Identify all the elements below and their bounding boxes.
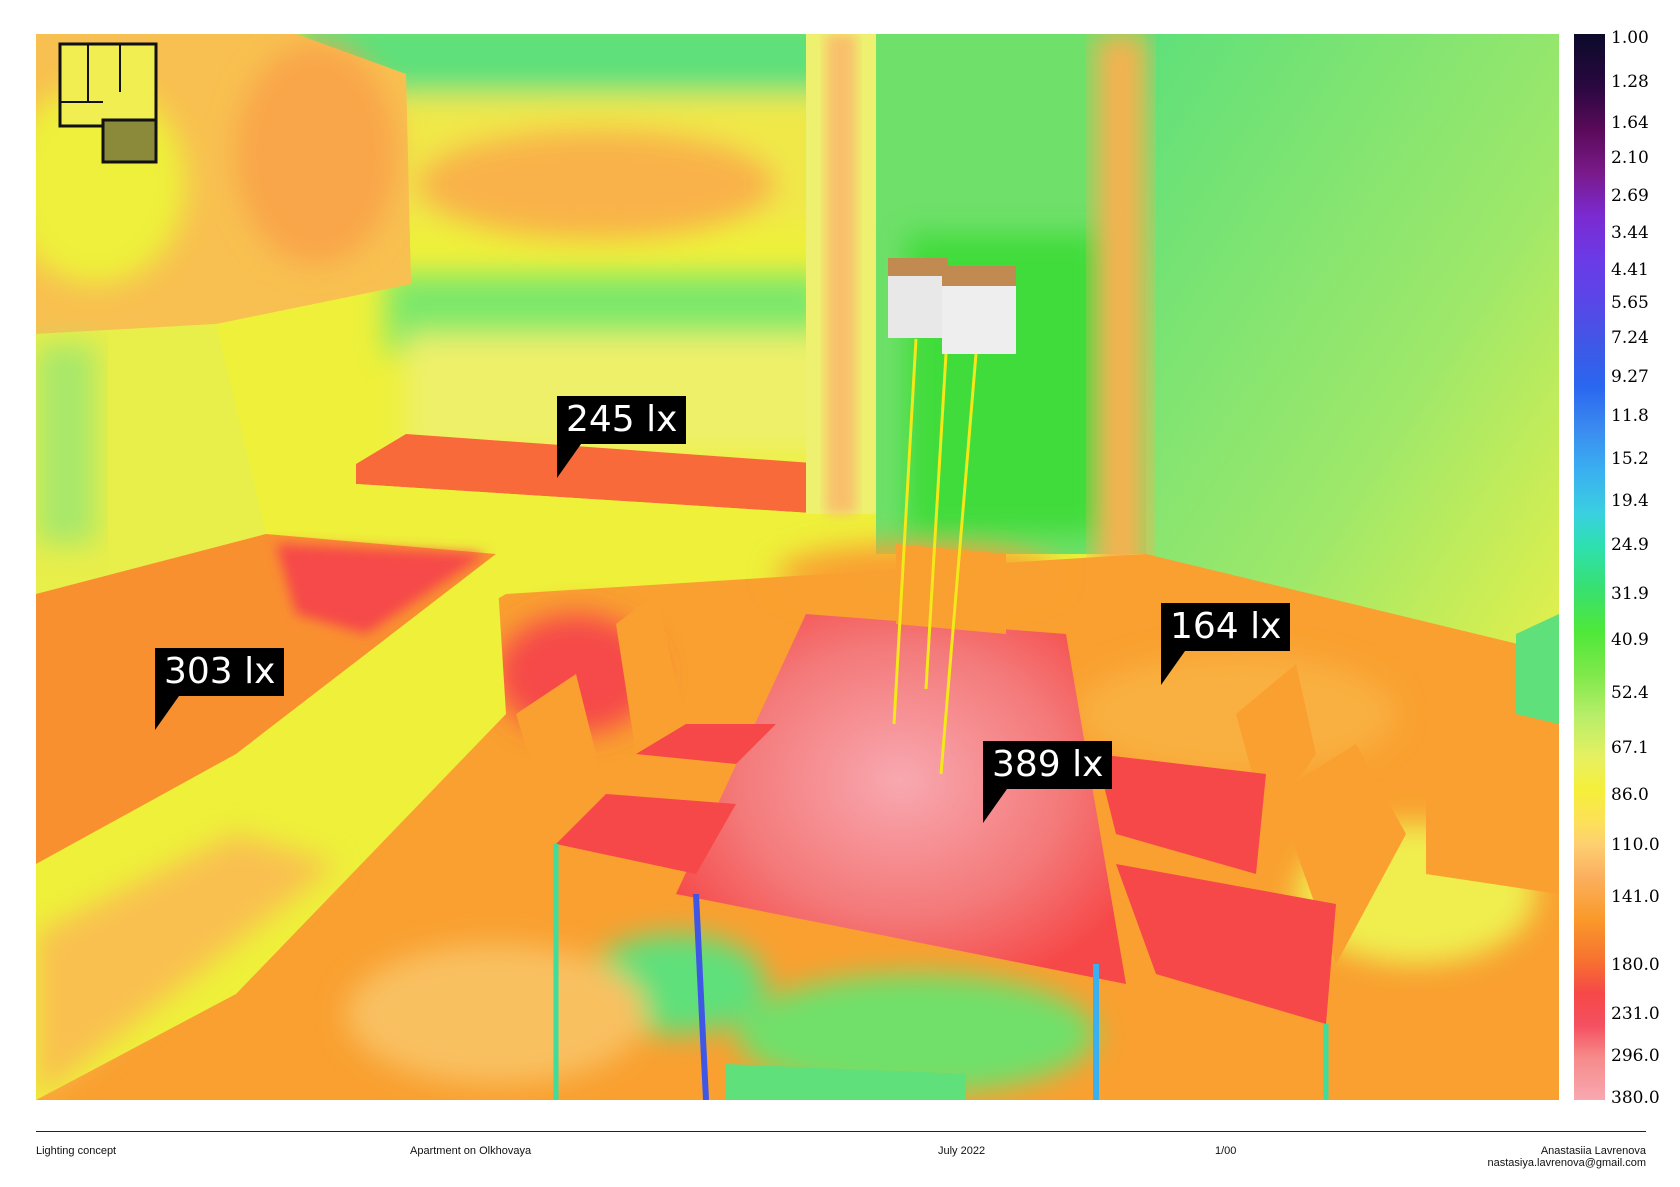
scale-tick-label: 31.9	[1611, 584, 1649, 604]
scale-tick-label: 2.69	[1611, 186, 1649, 206]
illuminance-scale-bar	[1574, 34, 1605, 1100]
scale-tick-label: 24.9	[1611, 535, 1649, 555]
scale-tick-label: 4.41	[1611, 260, 1649, 280]
false-color-render	[36, 34, 1559, 1100]
scale-tick-label: 67.1	[1611, 738, 1649, 758]
footer-project: Apartment on Olkhovaya	[410, 1145, 532, 1157]
scale-tick-label: 1.00	[1611, 28, 1649, 48]
author-email: nastasiya.lavrenova@gmail.com	[1487, 1157, 1646, 1169]
scale-tick-label: 15.2	[1611, 449, 1649, 469]
illuminance-callout-table: 389 lx	[983, 741, 1113, 823]
scale-tick-label: 1.64	[1611, 113, 1649, 133]
footer-date: July 2022	[938, 1145, 986, 1157]
scale-tick-label: 3.44	[1611, 223, 1649, 243]
scale-tick-label: 141.0	[1611, 887, 1660, 907]
illuminance-render-svg	[36, 34, 1559, 1100]
scale-tick-label: 231.0	[1611, 1004, 1660, 1024]
illuminance-callout-counter: 245 lx	[557, 396, 687, 478]
footer-sheet: 1/00	[1215, 1145, 1237, 1157]
scale-tick-label: 19.4	[1611, 491, 1649, 511]
scale-tick-label: 11.8	[1611, 406, 1649, 426]
footer-rule	[36, 1131, 1646, 1132]
illuminance-callout-right: 164 lx	[1161, 603, 1291, 685]
scale-tick-label: 180.0	[1611, 955, 1660, 975]
scale-tick-label: 296.0	[1611, 1046, 1660, 1066]
scale-tick-label: 7.24	[1611, 328, 1649, 348]
scale-tick-label: 2.10	[1611, 148, 1649, 168]
scale-tick-label: 110.0	[1611, 835, 1660, 855]
scale-tick-label: 1.28	[1611, 72, 1649, 92]
scale-tick-label: 9.27	[1611, 367, 1649, 387]
scale-tick-label: 380.0	[1611, 1088, 1660, 1108]
footer-title: Lighting concept	[36, 1145, 117, 1157]
illuminance-callout-island: 303 lx	[155, 648, 285, 730]
scale-tick-label: 40.9	[1611, 630, 1649, 650]
footer-author: Anastasiia Lavrenova nastasiya.lavrenova…	[1487, 1145, 1646, 1169]
author-name: Anastasiia Lavrenova	[1540, 1145, 1646, 1157]
scale-tick-label: 5.65	[1611, 293, 1649, 313]
floorplan-thumbnail	[58, 42, 158, 164]
scale-tick-label: 86.0	[1611, 785, 1649, 805]
scale-tick-label: 52.4	[1611, 683, 1649, 703]
